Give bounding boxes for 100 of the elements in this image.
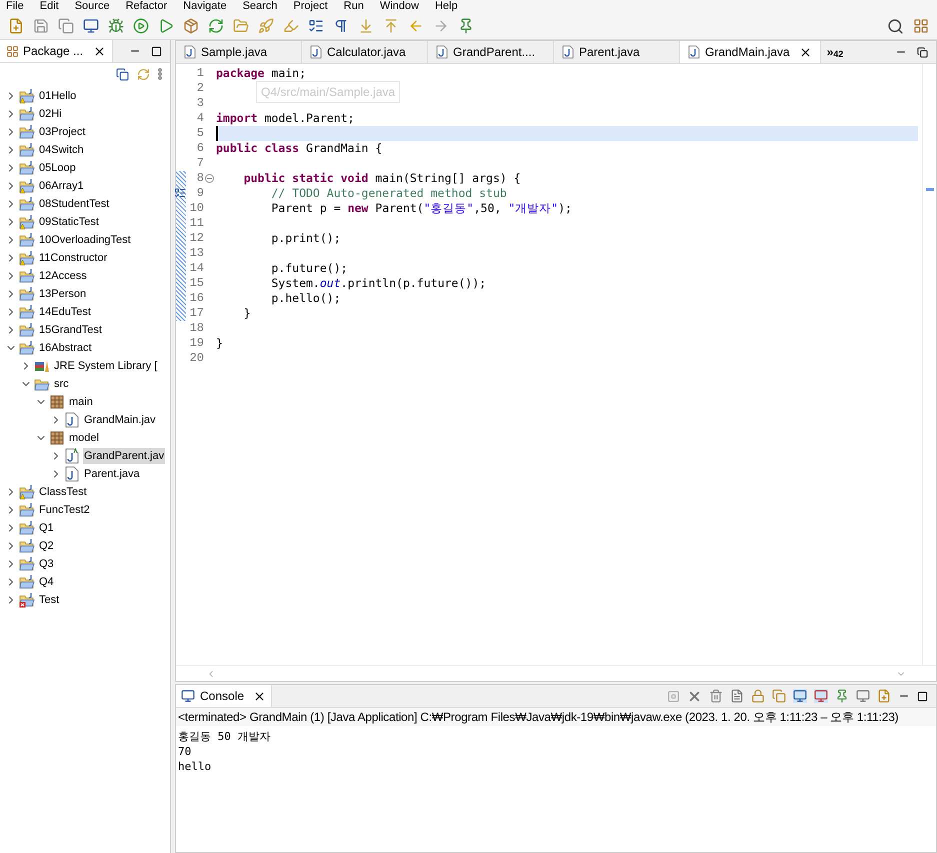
line-number: 4 — [196, 111, 204, 126]
scroll-lock-icon[interactable] — [751, 689, 765, 703]
tree-item[interactable]: 15GrandTest — [38, 322, 103, 338]
menu-item[interactable]: Edit — [40, 0, 59, 13]
panel-title: Package ... — [23, 43, 84, 60]
code-line: Parent p = new Parent("홍길동",50, "개발자"); — [270, 201, 573, 216]
tree-item[interactable]: 02Hi — [38, 106, 63, 122]
tree-item[interactable]: 12Access — [38, 268, 88, 284]
bug-icon[interactable] — [108, 18, 124, 34]
menu-item[interactable]: Project — [293, 0, 328, 13]
menu-item[interactable]: Refactor — [126, 0, 168, 13]
tree-item[interactable]: 03Project — [38, 124, 86, 140]
tree-item[interactable]: 09StaticTest — [38, 214, 100, 230]
menu-item[interactable]: Search — [242, 0, 278, 13]
tree-item[interactable]: Test — [38, 592, 60, 608]
tree-item[interactable]: 16Abstract — [38, 340, 93, 356]
editor-tab[interactable]: Sample.java — [176, 41, 302, 63]
open-console-icon[interactable] — [877, 689, 891, 703]
more-tabs-button[interactable]: »$_{42}$ — [820, 41, 850, 63]
close-icon[interactable] — [93, 44, 106, 58]
maximize-icon[interactable] — [151, 46, 162, 56]
tree-item[interactable]: 10OverloadingTest — [38, 232, 132, 248]
tree-item[interactable]: GrandParent.jav — [83, 448, 166, 464]
menu-item[interactable]: Help — [434, 0, 458, 13]
panel-tab[interactable]: Package ... — [0, 40, 114, 62]
line-number: 16 — [190, 291, 204, 306]
console-output-line: 70 — [178, 744, 192, 759]
maximize-icon[interactable] — [917, 690, 928, 702]
tree-item[interactable]: Q2 — [38, 538, 55, 554]
perspective-icon[interactable] — [913, 18, 929, 34]
line-number: 8 — [196, 171, 204, 186]
tree-item[interactable]: 11Constructor — [38, 250, 108, 266]
pilcrow-icon[interactable] — [333, 18, 349, 34]
task-list-icon[interactable] — [308, 18, 324, 34]
restore-icon[interactable] — [917, 46, 928, 58]
line-number: 17 — [190, 306, 204, 321]
tree-item[interactable]: FuncTest2 — [38, 502, 91, 518]
menu-item[interactable]: Source — [74, 0, 110, 13]
tree-item[interactable]: 06Array1 — [38, 178, 85, 194]
tree-item[interactable]: Q4 — [38, 574, 55, 590]
show-on-output-icon[interactable] — [793, 689, 807, 703]
view-menu-icon[interactable] — [158, 68, 162, 80]
tree-item[interactable]: 08StudentTest — [38, 196, 110, 212]
tree-item[interactable]: src — [53, 376, 70, 392]
pin-icon[interactable] — [835, 689, 849, 703]
package-icon[interactable] — [183, 18, 199, 34]
java-file-icon — [562, 45, 574, 59]
code-line: import model.Parent; — [216, 111, 356, 126]
editor-tab[interactable]: GrandMain.java — [680, 41, 821, 63]
menu-item[interactable]: Run — [344, 0, 364, 13]
tree-item[interactable]: 14EduTest — [38, 304, 92, 320]
line-number: 12 — [190, 231, 204, 246]
show-on-error-icon[interactable] — [814, 689, 828, 703]
tree-item[interactable]: Parent.java — [83, 466, 141, 482]
java-file-icon — [184, 45, 196, 59]
save-icon[interactable] — [33, 18, 49, 34]
display-console-icon[interactable] — [856, 689, 870, 703]
pin-icon[interactable] — [458, 18, 474, 34]
code-line: p.hello(); — [270, 291, 342, 306]
code-line: System.out.println(p.future()); — [270, 276, 488, 291]
remove-all-icon[interactable] — [709, 689, 723, 703]
fold-icon[interactable] — [205, 174, 214, 183]
line-number: 9 — [196, 186, 204, 201]
tree-item[interactable]: 01Hello — [38, 88, 78, 104]
console-tab[interactable]: Console — [176, 685, 272, 707]
console-status: <terminated> GrandMain (1) [Java Application] C:₩Program Files₩Java₩jdk-19₩bin₩javaw.exe (2023. 1. 20. 오후 1:11:23 – 오후 1:11:23) — [176, 708, 936, 726]
console-icon — [181, 689, 195, 703]
search-icon[interactable] — [887, 18, 904, 34]
tree-item[interactable]: 13Person — [38, 286, 88, 302]
tree-item[interactable]: Q3 — [38, 556, 55, 572]
menu-item[interactable]: Navigate — [183, 0, 227, 13]
line-number: 14 — [190, 261, 204, 276]
tree-item[interactable]: 05Loop — [38, 160, 77, 176]
play-icon[interactable] — [158, 18, 174, 34]
close-icon[interactable] — [798, 46, 812, 58]
line-number: 19 — [190, 336, 204, 351]
code-line: public static void main(String[] args) { — [242, 171, 522, 186]
run-icon[interactable] — [133, 18, 149, 34]
editor-tab[interactable]: Calculator.java — [302, 41, 428, 63]
line-number: 13 — [190, 246, 204, 261]
tree-item[interactable]: ClassTest — [38, 484, 88, 500]
tree-item[interactable]: JRE System Library [ — [53, 358, 158, 374]
new-file-icon[interactable] — [8, 18, 24, 34]
tree-item[interactable]: model — [68, 430, 100, 446]
code-line: package main; — [216, 66, 308, 81]
tree-item[interactable]: Q1 — [38, 520, 55, 536]
tree-item[interactable]: GrandMain.jav — [83, 412, 157, 428]
tree-item[interactable]: 04Switch — [38, 142, 85, 158]
menu-item[interactable]: Window — [380, 0, 419, 13]
tree-item[interactable]: main — [68, 394, 94, 410]
java-file-icon — [310, 45, 322, 59]
line-number: 18 — [190, 321, 204, 336]
monitor-icon[interactable] — [83, 18, 99, 34]
editor-tab[interactable]: GrandParent.... — [428, 41, 554, 63]
close-icon[interactable] — [253, 690, 266, 702]
refresh-icon[interactable] — [208, 18, 224, 34]
line-number: 11 — [190, 216, 204, 231]
line-number: 20 — [190, 351, 204, 366]
console-output-line: 홍길동 50 개발자 — [178, 729, 272, 744]
menu-item[interactable]: File — [6, 0, 24, 13]
